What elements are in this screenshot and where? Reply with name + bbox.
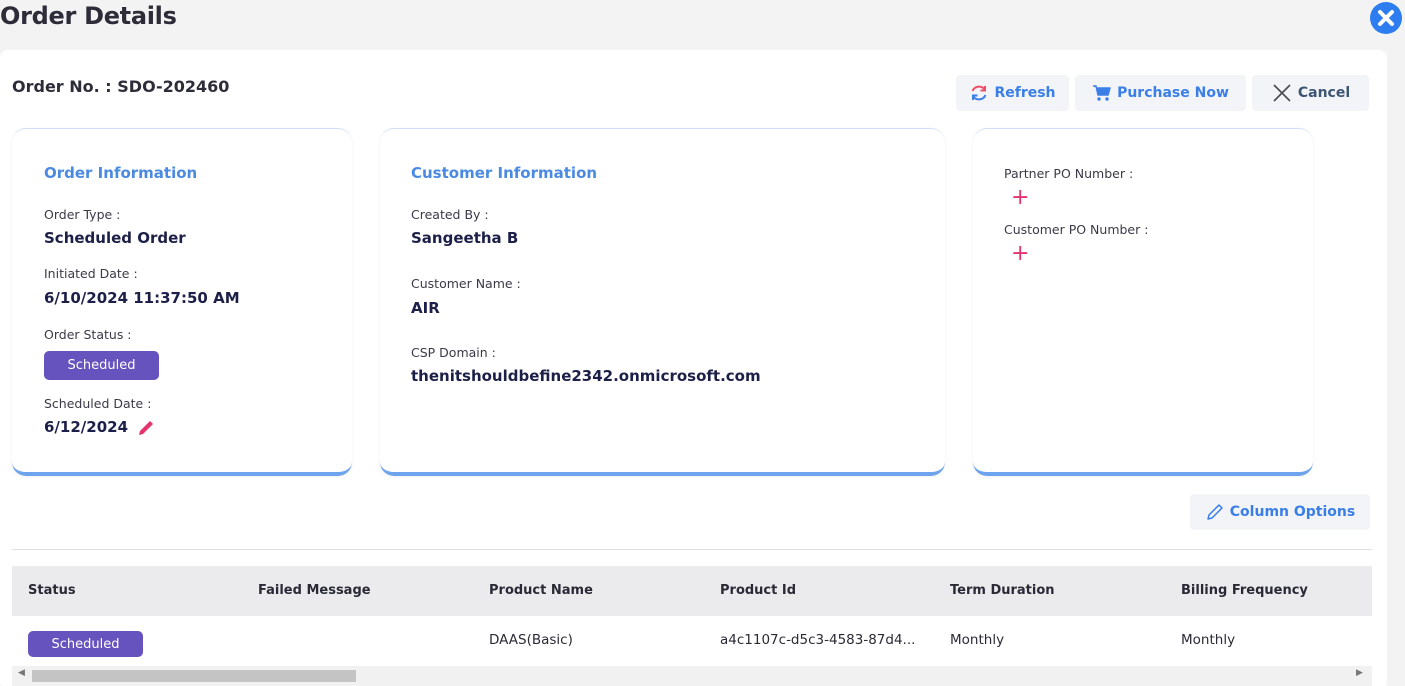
customer-information-card: Customer Information Created By : Sangee… (380, 128, 945, 476)
column-header-billing-frequency[interactable]: Billing Frequency (1181, 566, 1308, 616)
column-options-button[interactable]: Column Options (1190, 494, 1370, 530)
scheduled-date-value: 6/12/2024 (44, 418, 129, 436)
order-number: Order No. : SDO-202460 (12, 77, 230, 96)
cart-icon (1093, 85, 1111, 101)
initiated-date-label: Initiated Date : (44, 266, 138, 281)
row-term-duration: Monthly (950, 632, 1005, 648)
section-divider (12, 549, 1372, 550)
close-icon (1378, 10, 1394, 26)
edit-scheduled-date-button[interactable] (136, 418, 156, 442)
created-by-value: Sangeetha B (411, 229, 519, 247)
refresh-button[interactable]: Refresh (956, 75, 1069, 111)
customer-information-title: Customer Information (411, 164, 598, 182)
column-header-failed-message[interactable]: Failed Message (258, 566, 371, 616)
scroll-right-icon[interactable]: ▶ (1356, 668, 1363, 678)
po-numbers-card: Partner PO Number : + Customer PO Number… (973, 128, 1313, 476)
purchase-now-label: Purchase Now (1117, 85, 1229, 101)
row-product-name: DAAS(Basic) (489, 632, 573, 648)
scroll-left-icon[interactable]: ◀ (18, 668, 25, 678)
order-status-label: Order Status : (44, 327, 132, 342)
csp-domain-value: thenitshouldbefine2342.onmicrosoft.com (411, 367, 761, 385)
refresh-label: Refresh (994, 85, 1056, 101)
order-status-badge: Scheduled (44, 351, 159, 380)
initiated-date-value: 6/10/2024 11:37:50 AM (44, 289, 240, 307)
created-by-label: Created By : (411, 207, 489, 222)
page-title: Order Details (0, 2, 177, 30)
partner-po-label: Partner PO Number : (1004, 166, 1134, 181)
row-billing-frequency: Monthly (1181, 632, 1236, 648)
customer-name-value: AIR (411, 299, 440, 317)
x-icon (1273, 84, 1291, 102)
column-header-term-duration[interactable]: Term Duration (950, 566, 1055, 616)
scheduled-date-label: Scheduled Date : (44, 396, 152, 411)
csp-domain-label: CSP Domain : (411, 345, 496, 360)
column-header-product-id[interactable]: Product Id (720, 566, 796, 616)
close-button[interactable] (1370, 2, 1402, 34)
pencil-outline-icon (1207, 504, 1223, 520)
scrollbar-thumb[interactable] (32, 670, 356, 682)
add-partner-po-button[interactable]: + (1011, 187, 1029, 209)
table-header: Status Failed Message Product Name Produ… (12, 566, 1372, 616)
refresh-icon (972, 85, 987, 101)
cancel-label: Cancel (1297, 85, 1351, 101)
customer-po-label: Customer PO Number : (1004, 222, 1149, 237)
order-information-title: Order Information (44, 164, 198, 182)
order-type-label: Order Type : (44, 207, 121, 222)
customer-name-label: Customer Name : (411, 276, 521, 291)
add-customer-po-button[interactable]: + (1011, 243, 1029, 265)
order-type-value: Scheduled Order (44, 229, 186, 247)
row-status-badge: Scheduled (28, 631, 143, 657)
horizontal-scrollbar[interactable]: ◀ ▶ (12, 666, 1372, 686)
row-product-id: a4c1107c-d5c3-4583-87d4... (720, 632, 916, 648)
column-header-status[interactable]: Status (28, 566, 76, 616)
pencil-icon (139, 421, 153, 435)
purchase-now-button[interactable]: Purchase Now (1075, 75, 1246, 111)
order-information-card: Order Information Order Type : Scheduled… (12, 128, 352, 476)
column-options-label: Column Options (1229, 504, 1356, 520)
column-header-product-name[interactable]: Product Name (489, 566, 593, 616)
cancel-button[interactable]: Cancel (1252, 75, 1369, 111)
